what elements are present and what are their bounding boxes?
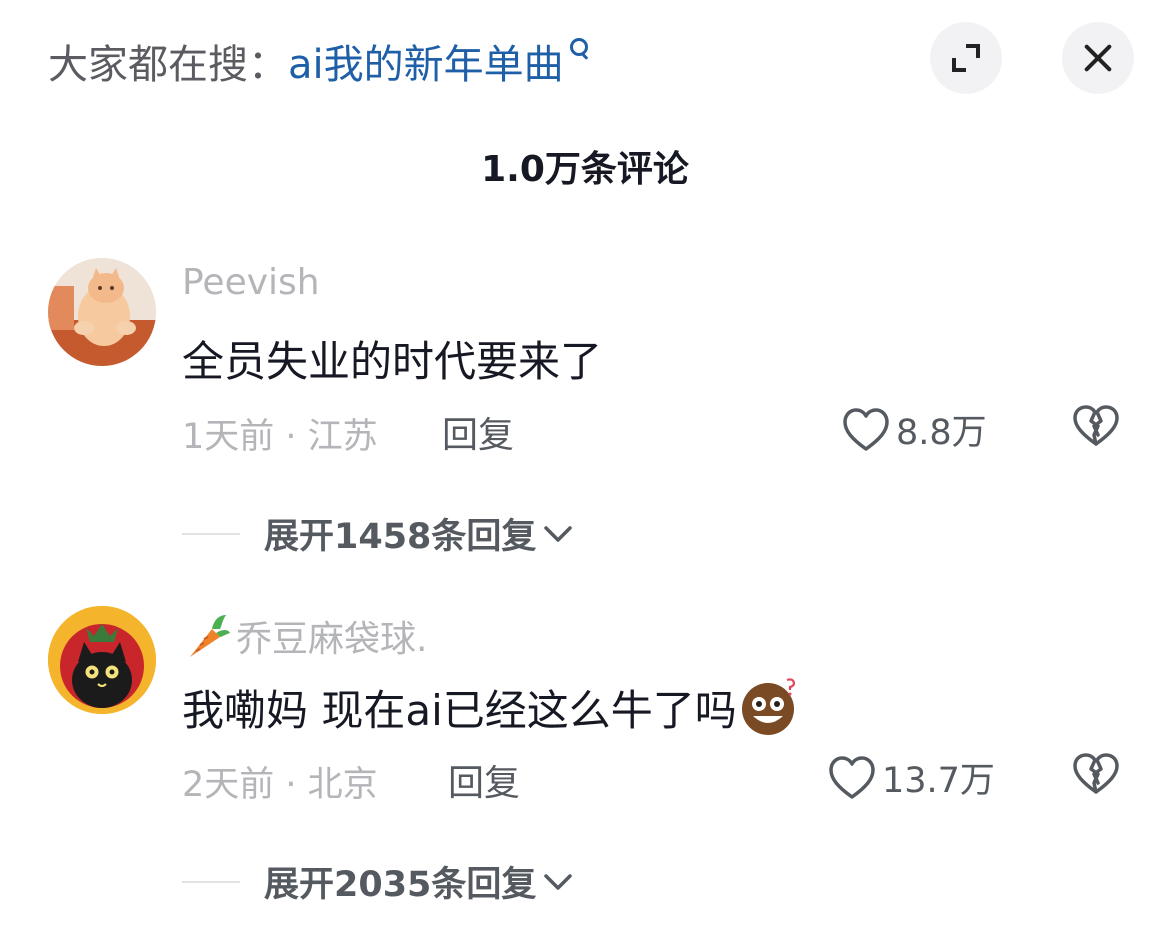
reply-button[interactable]: 回复: [448, 754, 520, 806]
comment-time-location: 1天前 · 江苏: [182, 417, 378, 457]
dislike-broken-heart-icon[interactable]: [1072, 404, 1120, 448]
like-button[interactable]: 8.8万: [842, 404, 987, 455]
expand-button[interactable]: [930, 22, 1002, 94]
comment-count-title: 1.0万条评论: [481, 149, 689, 190]
expand-replies-label: 展开2035条回复: [264, 865, 537, 905]
carrot-icon: [190, 615, 230, 657]
username[interactable]: 乔豆麻袋球.: [236, 610, 427, 662]
search-icon: [568, 36, 592, 70]
like-count: 8.8万: [896, 413, 987, 453]
heart-icon: [829, 755, 875, 799]
comment-text: 全员失业的时代要来了: [182, 337, 603, 386]
search-prefix-label: 大家都在搜：: [48, 42, 288, 88]
avatar[interactable]: [48, 258, 156, 366]
search-suggestion[interactable]: 大家都在搜： ai我的新年单曲: [48, 30, 592, 92]
heart-icon: [843, 407, 889, 451]
comment-text-row: 我嘞妈 现在ai已经这么牛了吗: [182, 676, 801, 738]
reply-button[interactable]: 回复: [442, 406, 514, 458]
confused-face-emoji-icon: [741, 678, 795, 735]
close-button[interactable]: [1062, 22, 1134, 94]
divider-line: [182, 532, 240, 535]
search-query-link[interactable]: ai我的新年单曲: [288, 32, 564, 90]
avatar[interactable]: [48, 606, 156, 714]
like-button[interactable]: 13.7万: [828, 752, 995, 803]
expand-icon: [949, 41, 983, 75]
comment-time-location: 2天前 · 北京: [182, 765, 378, 805]
chevron-down-icon: [544, 873, 573, 890]
like-count: 13.7万: [882, 761, 995, 801]
expand-replies-button[interactable]: 展开1458条回复: [182, 508, 574, 559]
username[interactable]: Peevish: [182, 262, 320, 303]
comment-text: 我嘞妈 现在ai已经这么牛了吗: [182, 685, 737, 735]
close-icon: [1080, 40, 1116, 76]
divider-line: [182, 880, 240, 883]
expand-replies-button[interactable]: 展开2035条回复: [182, 856, 574, 907]
expand-replies-label: 展开1458条回复: [264, 517, 537, 557]
username-row[interactable]: 乔豆麻袋球.: [182, 610, 427, 662]
dislike-broken-heart-icon[interactable]: [1072, 752, 1120, 796]
chevron-down-icon: [544, 525, 573, 542]
